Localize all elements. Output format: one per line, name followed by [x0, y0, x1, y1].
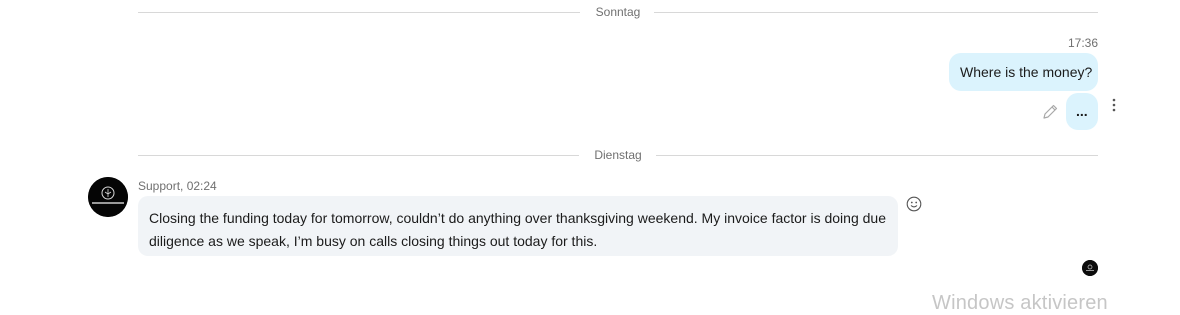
- emoji-icon[interactable]: [906, 196, 922, 212]
- outgoing-message-bubble[interactable]: Where is the money?: [949, 53, 1098, 91]
- divider-line-right: [656, 155, 1098, 156]
- incoming-message-bubble[interactable]: Closing the funding today for tomorrow, …: [138, 196, 898, 256]
- avatar[interactable]: [88, 177, 128, 217]
- date-divider-tuesday: Dienstag: [138, 145, 1098, 165]
- more-options-icon[interactable]: [1107, 96, 1121, 114]
- sender-name-time: Support, 02:24: [138, 179, 217, 193]
- divider-line-right: [654, 12, 1098, 13]
- read-receipt-avatar: [1082, 260, 1098, 276]
- pencil-icon[interactable]: [1041, 103, 1059, 121]
- outgoing-message-bubble-ellipsis[interactable]: ...: [1066, 93, 1098, 130]
- message-timestamp: 17:36: [1067, 36, 1098, 50]
- date-divider-sunday: Sonntag: [138, 2, 1098, 22]
- windows-activation-watermark: Windows aktivieren: [932, 292, 1108, 314]
